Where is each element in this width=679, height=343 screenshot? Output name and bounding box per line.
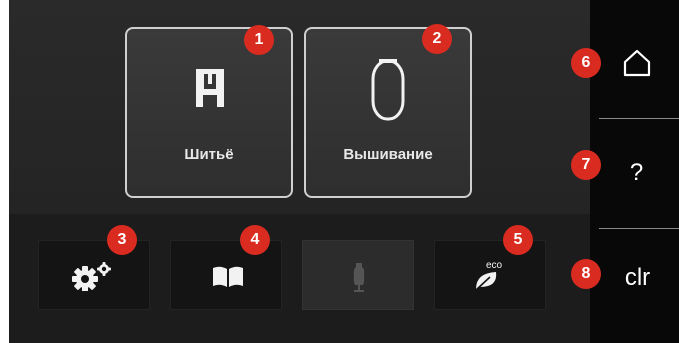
sewing-mode-label: Шитьё [184, 146, 234, 163]
book-icon [213, 266, 243, 287]
callout-badge-2: 2 [422, 24, 452, 54]
eco-mode-button[interactable]: eco [434, 240, 546, 310]
callout-badge-4: 4 [240, 225, 270, 255]
eco-icon-text: eco [486, 260, 503, 271]
dress-form-icon [353, 263, 365, 292]
embroidery-hoop-icon [371, 59, 405, 121]
embroidery-mode-tile[interactable]: Вышивание [304, 27, 472, 198]
sewing-mode-tile[interactable]: Шитьё [125, 27, 293, 198]
sidebar-divider [599, 228, 679, 229]
sidebar-divider [599, 118, 679, 119]
setup-button[interactable] [38, 240, 150, 310]
embroidery-mode-label: Вышивание [343, 146, 433, 163]
callout-badge-7: 7 [571, 150, 601, 180]
callout-badge-8: 8 [571, 259, 601, 289]
callout-badge-6: 6 [571, 48, 601, 78]
callout-badge-1: 1 [244, 25, 274, 55]
settings-gears-icon [72, 262, 111, 291]
mode-selection-area [9, 0, 590, 214]
presser-foot-icon [196, 69, 224, 107]
callout-badge-5: 5 [503, 225, 533, 255]
creative-consultant-button [302, 240, 414, 310]
eco-leaf-icon: eco [475, 260, 503, 291]
home-icon [623, 49, 651, 77]
callout-badge-3: 3 [107, 225, 137, 255]
